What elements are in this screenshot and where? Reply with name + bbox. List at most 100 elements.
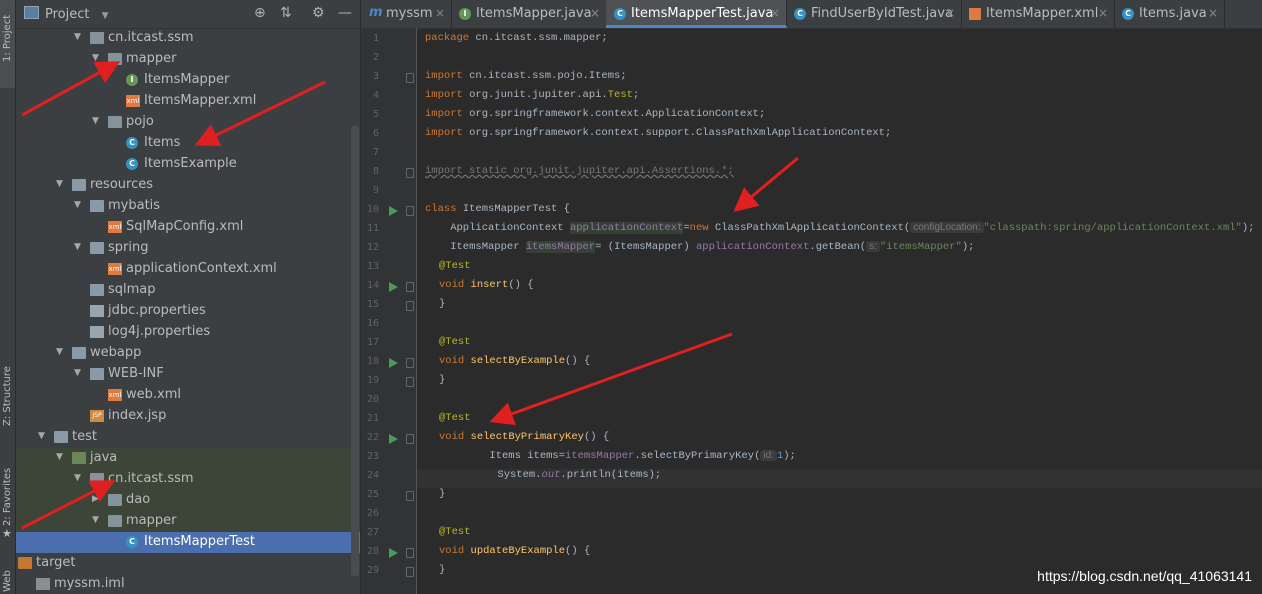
tree-item-cn-itcast-ssm[interactable]: ▼ cn.itcast.ssm: [16, 469, 360, 490]
tree-item-applicationcontext-xml[interactable]: xml applicationContext.xml: [16, 259, 360, 280]
chevron-down-icon[interactable]: ▼: [56, 179, 63, 189]
tree-item-test[interactable]: ▼ test: [16, 427, 360, 448]
tree-item-web-inf[interactable]: ▼ WEB-INF: [16, 364, 360, 385]
structure-tool-tab-label: Z: Structure: [2, 366, 13, 426]
close-icon[interactable]: ×: [770, 6, 780, 20]
chevron-down-icon[interactable]: ▼: [38, 431, 45, 441]
run-test-icon[interactable]: [389, 206, 398, 216]
tab-label: FindUserByIdTest.java: [811, 6, 953, 21]
tree-item-target[interactable]: ▶target: [16, 553, 360, 574]
close-icon[interactable]: ×: [1098, 6, 1108, 20]
tab-items-java[interactable]: C Items.java ×: [1114, 0, 1225, 28]
chevron-down-icon[interactable]: ▼: [92, 515, 99, 525]
collapse-all-icon[interactable]: ⇅: [280, 5, 292, 21]
tab-itemsmapper-java[interactable]: I ItemsMapper.java ×: [451, 0, 607, 28]
fold-icon[interactable]: [406, 377, 414, 387]
run-test-icon[interactable]: [389, 282, 398, 292]
line-number: 23: [366, 451, 379, 462]
fold-icon[interactable]: [406, 73, 414, 83]
tree-item-label: WEB-INF: [108, 366, 164, 381]
line-number: 17: [366, 337, 379, 348]
chevron-down-icon[interactable]: ▼: [92, 53, 99, 63]
project-tool-tab-label: 1: Project: [2, 14, 13, 62]
tree-item-mapper[interactable]: ▼ mapper: [16, 49, 360, 70]
gear-icon[interactable]: ⚙: [312, 5, 325, 21]
chevron-down-icon[interactable]: ▼: [74, 368, 81, 378]
project-scrollbar[interactable]: [351, 126, 359, 576]
tab-finduserbyidtest-java[interactable]: C FindUserByIdTest.java ×: [786, 0, 962, 28]
chevron-down-icon[interactable]: ▼: [74, 242, 81, 252]
fold-icon[interactable]: [406, 491, 414, 501]
tree-item-label: target: [36, 555, 76, 570]
tree-item-itemsmappertest[interactable]: C ItemsMapperTest: [16, 532, 360, 553]
tab-myssm[interactable]: m myssm ×: [361, 0, 452, 28]
line-number: 15: [366, 299, 379, 310]
chevron-down-icon[interactable]: ▼: [74, 32, 81, 42]
fold-icon[interactable]: [406, 358, 414, 368]
folder-icon: [72, 347, 86, 359]
tree-item-spring[interactable]: ▼ spring: [16, 238, 360, 259]
chevron-right-icon[interactable]: ▶: [92, 494, 99, 504]
code-line-23: Items items=itemsMapper.selectByPrimaryK…: [439, 450, 796, 462]
tab-itemsmappertest-java[interactable]: C ItemsMapperTest.java ×: [606, 0, 787, 28]
tree-item-pojo[interactable]: ▼ pojo: [16, 112, 360, 133]
project-tool-tab[interactable]: 1: Project: [0, 0, 15, 88]
line-number: 22: [366, 432, 379, 443]
tree-item-index-jsp[interactable]: JSP index.jsp: [16, 406, 360, 427]
tree-item-mapper[interactable]: ▼ mapper: [16, 511, 360, 532]
tree-item-items[interactable]: C Items: [16, 133, 360, 154]
close-icon[interactable]: ×: [945, 6, 955, 20]
tree-item-resources[interactable]: ▼ resources: [16, 175, 360, 196]
tree-item-jdbc-properties[interactable]: jdbc.properties: [16, 301, 360, 322]
fold-icon[interactable]: [406, 567, 414, 577]
close-icon[interactable]: ×: [435, 6, 445, 20]
tab-itemsmapper-xml[interactable]: ItemsMapper.xml ×: [961, 0, 1115, 28]
locate-icon[interactable]: ⊕: [254, 5, 266, 21]
tree-item-java[interactable]: ▼ java: [16, 448, 360, 469]
chevron-down-icon[interactable]: ▼: [74, 473, 81, 483]
class-icon: C: [1122, 8, 1134, 20]
tree-item-cn-itcast-ssm[interactable]: ▼ cn.itcast.ssm: [16, 28, 360, 49]
tree-item-label: spring: [108, 240, 149, 255]
run-test-icon[interactable]: [389, 434, 398, 444]
module-icon: m: [369, 5, 383, 20]
run-test-icon[interactable]: [389, 548, 398, 558]
tree-item-dao[interactable]: ▶ dao: [16, 490, 360, 511]
fold-icon[interactable]: [406, 301, 414, 311]
line-number: 5: [372, 109, 379, 120]
tree-item-myssm-iml[interactable]: myssm.iml: [16, 574, 360, 594]
chevron-down-icon[interactable]: ▼: [74, 200, 81, 210]
web-tool-tab[interactable]: Web: [0, 556, 15, 594]
folder-icon: [90, 200, 104, 212]
tree-item-itemsmapper[interactable]: I ItemsMapper: [16, 70, 360, 91]
fold-icon[interactable]: [406, 206, 414, 216]
fold-icon[interactable]: [406, 168, 414, 178]
fold-icon[interactable]: [406, 548, 414, 558]
tree-item-mybatis[interactable]: ▼ mybatis: [16, 196, 360, 217]
chevron-down-icon[interactable]: ▼: [56, 347, 63, 357]
tree-item-sqlmap[interactable]: sqlmap: [16, 280, 360, 301]
editor-gutter: 1 2 3 4 5 6 7 8 9 10 11 12 13 14 15 16 17 18 19 20 21 22 23 24 2…: [361, 28, 417, 594]
resources-folder-icon: [72, 179, 86, 191]
chevron-down-icon[interactable]: ▼: [56, 452, 63, 462]
run-test-icon[interactable]: [389, 358, 398, 368]
structure-tool-tab[interactable]: Z: Structure: [0, 360, 15, 430]
tree-item-web-xml[interactable]: xml web.xml: [16, 385, 360, 406]
fold-icon[interactable]: [406, 282, 414, 292]
close-icon[interactable]: ×: [1208, 6, 1218, 20]
tree-item-itemsmapper-xml[interactable]: xml ItemsMapper.xml: [16, 91, 360, 112]
code-line-4: import org.junit.jupiter.api.Test;: [425, 89, 640, 101]
tree-item-log4j-properties[interactable]: log4j.properties: [16, 322, 360, 343]
tree-item-itemsexample[interactable]: C ItemsExample: [16, 154, 360, 175]
fold-icon[interactable]: [406, 434, 414, 444]
tree-item-webapp[interactable]: ▼ webapp: [16, 343, 360, 364]
project-view-selector[interactable]: Project ▼: [24, 6, 109, 22]
jsp-file-icon: JSP: [90, 410, 104, 422]
tree-item-sqlmapconfig-xml[interactable]: xml SqlMapConfig.xml: [16, 217, 360, 238]
minimize-icon[interactable]: —: [338, 5, 352, 21]
line-number: 29: [366, 565, 379, 576]
code-area[interactable]: package cn.itcast.ssm.mapper; import cn.…: [417, 28, 1262, 594]
test-source-folder-icon: [72, 452, 86, 464]
chevron-down-icon[interactable]: ▼: [92, 116, 99, 126]
close-icon[interactable]: ×: [590, 6, 600, 20]
